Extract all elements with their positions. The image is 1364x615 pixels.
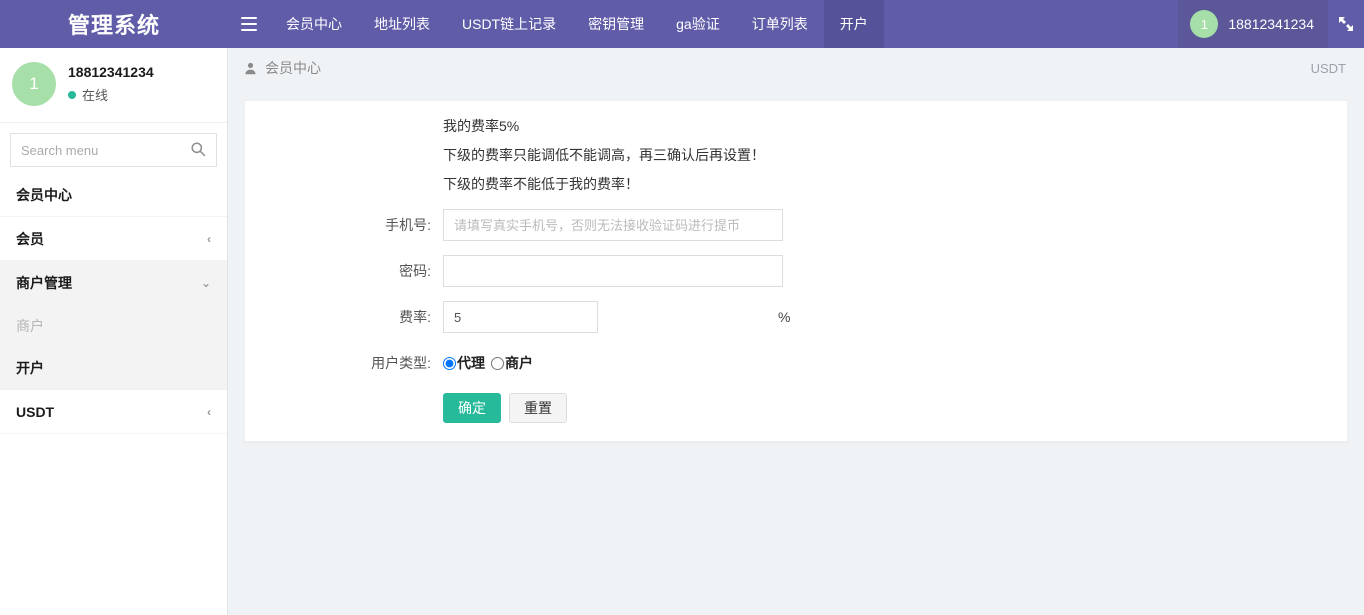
rate-field-wrap: % [443,301,790,333]
user-type-field-wrap: 代理 商户 [443,347,539,379]
header-right: 1 18812341234 [1178,0,1364,48]
sidebar-submenu: 商户 开户 [0,305,227,389]
avatar: 1 [12,62,56,106]
notice-spacer [245,144,443,166]
radio-option-merchant[interactable]: 商户 [491,347,533,379]
notice-row: 下级的费率只能调低不能调高，再三确认后再设置！ [245,144,1347,166]
form-row-user-type: 用户类型: 代理 商户 [245,347,1347,379]
notice-spacer [245,115,443,137]
radio-agent-label: 代理 [457,347,485,379]
sidebar-item-label: 会员 [16,229,44,249]
hamburger-bar [241,23,257,25]
nav-item-usdt-chain-records[interactable]: USDT链上记录 [446,0,572,48]
status-badge: 在线 [82,85,108,104]
notice-rate-min: 下级的费率不能低于我的费率！ [443,173,639,195]
fullscreen-expand-icon[interactable] [1328,0,1364,48]
form-row-actions: 确定 重置 [245,393,1347,423]
sidebar-item-member-center[interactable]: 会员中心 [0,173,227,217]
chevron-left-icon: ‹ [207,233,211,245]
reset-button[interactable]: 重置 [509,393,567,423]
open-account-card: 我的费率5% 下级的费率只能调低不能调高，再三确认后再设置！ 下级的费率不能低于… [244,100,1348,442]
notice-row: 我的费率5% [245,115,1347,137]
notice-row: 下级的费率不能低于我的费率！ [245,173,1347,195]
notice-my-rate: 我的费率5% [443,115,519,137]
chevron-down-icon: ⌄ [201,277,211,289]
sidebar-item-label: 会员中心 [16,185,72,205]
breadcrumb-label[interactable]: 会员中心 [265,58,321,78]
sidebar-item-label: USDT [16,404,54,420]
hamburger-bar [241,17,257,19]
sidebar-subitem-label: 商户 [16,316,44,336]
user-type-label: 用户类型: [245,347,443,379]
action-buttons: 确定 重置 [443,393,567,423]
password-field-wrap [443,255,783,287]
form-row-phone: 手机号: [245,209,1347,241]
sidebar-group-usdt: USDT ‹ [0,389,227,434]
sidebar-item-merchant[interactable]: 商户 [0,305,227,347]
rate-percent-suffix: % [778,309,790,325]
phone-field-wrap [443,209,783,241]
form-row-password: 密码: [245,255,1347,287]
sidebar-item-merchant-management[interactable]: 商户管理 ⌄ [0,261,227,305]
sidebar-item-label: 商户管理 [16,273,72,293]
sidebar-profile-info: 18812341234 在线 [68,64,154,104]
user-type-radio-group: 代理 商户 [443,347,539,379]
sidebar-item-usdt[interactable]: USDT ‹ [0,390,227,434]
user-icon [244,62,257,75]
sidebar-profile-status: 在线 [68,85,154,104]
nav-item-order-list[interactable]: 订单列表 [736,0,824,48]
radio-option-agent[interactable]: 代理 [443,347,485,379]
sidebar-search [0,123,227,173]
hamburger-icon[interactable] [228,0,270,48]
rate-input[interactable] [443,301,598,333]
phone-label: 手机号: [245,209,443,241]
search-box[interactable] [10,133,217,167]
radio-agent[interactable] [443,357,456,370]
chevron-left-icon: ‹ [207,406,211,418]
avatar: 1 [1190,10,1218,38]
sidebar-group-member: 会员 ‹ [0,217,227,261]
sidebar-item-open-account[interactable]: 开户 [0,347,227,389]
main-content: 会员中心 USDT 我的费率5% 下级的费率只能调低不能调高，再三确认后再设置！… [228,48,1364,615]
nav-item-member-center[interactable]: 会员中心 [270,0,358,48]
header-user-menu[interactable]: 1 18812341234 [1178,0,1328,48]
nav-item-address-list[interactable]: 地址列表 [358,0,446,48]
top-header: 管理系统 会员中心 地址列表 USDT链上记录 密钥管理 ga验证 订单列表 开… [0,0,1364,48]
submit-button[interactable]: 确定 [443,393,501,423]
nav-item-key-management[interactable]: 密钥管理 [572,0,660,48]
password-label: 密码: [245,255,443,287]
form-row-rate: 费率: % [245,301,1347,333]
phone-input[interactable] [443,209,783,241]
radio-merchant-label: 商户 [505,347,533,379]
notice-spacer [245,173,443,195]
sidebar-group-merchant-management: 商户管理 ⌄ 商户 开户 [0,261,227,389]
top-nav: 会员中心 地址列表 USDT链上记录 密钥管理 ga验证 订单列表 开户 [228,0,1178,48]
app-brand[interactable]: 管理系统 [0,0,228,48]
sidebar-subitem-label: 开户 [16,358,44,378]
hamburger-bar [241,29,257,31]
header-user-name: 18812341234 [1228,16,1314,32]
password-field[interactable] [443,255,783,287]
radio-merchant[interactable] [491,357,504,370]
content-corner-label: USDT [1311,61,1346,76]
rate-label: 费率: [245,301,443,333]
nav-item-open-account[interactable]: 开户 [824,0,884,48]
sidebar-profile: 1 18812341234 在线 [0,48,227,123]
sidebar-item-member[interactable]: 会员 ‹ [0,217,227,261]
notice-rate-rule: 下级的费率只能调低不能调高，再三确认后再设置！ [443,144,765,166]
content-header: 会员中心 USDT [228,48,1364,88]
nav-item-ga-verification[interactable]: ga验证 [660,0,736,48]
sidebar-group-member-center: 会员中心 [0,173,227,217]
breadcrumb: 会员中心 [244,58,321,78]
status-dot-icon [68,91,76,99]
search-input[interactable] [11,134,216,166]
sidebar: 1 18812341234 在线 会员中心 会员 [0,48,228,615]
sidebar-profile-name: 18812341234 [68,64,154,80]
